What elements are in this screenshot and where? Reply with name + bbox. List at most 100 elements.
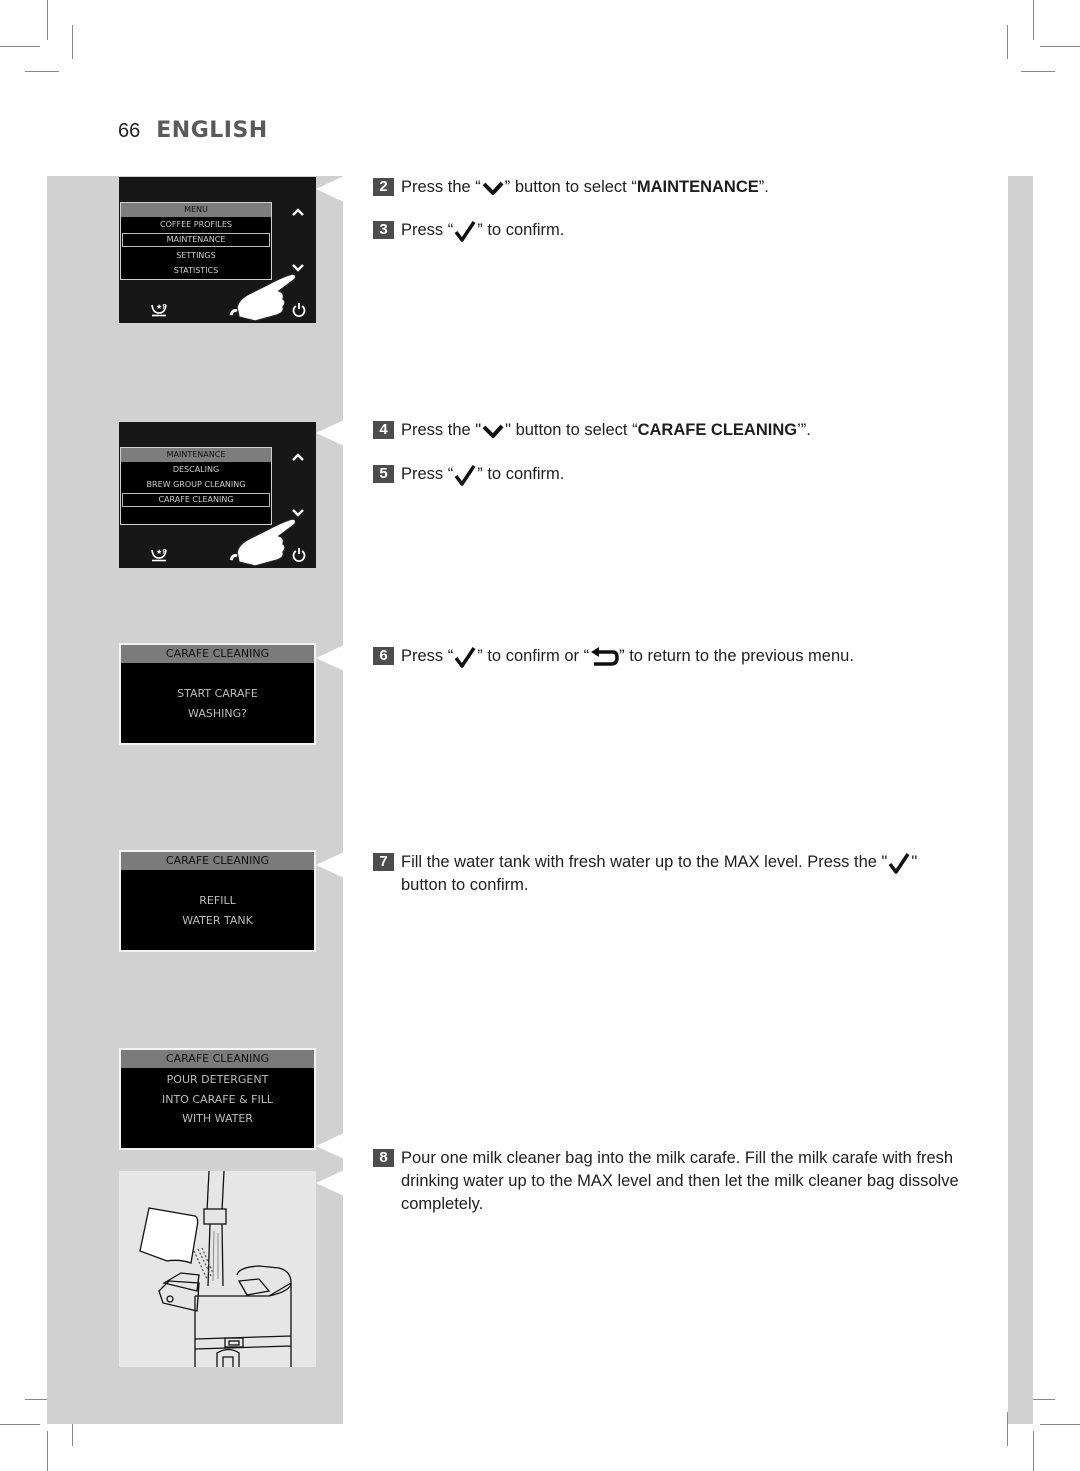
side-margin-bar	[1008, 176, 1033, 1424]
chevron-down-icon	[482, 424, 504, 438]
crop-mark	[0, 46, 40, 47]
step-text-part: ” to confirm.	[477, 465, 565, 483]
step-text-part: Press the "	[401, 421, 482, 439]
crop-mark	[1040, 1424, 1080, 1425]
step-text-part: " button to select “	[505, 421, 638, 439]
milk-cleaner-bag-poured-into-carafe-icon	[139, 1171, 292, 1367]
crop-mark	[1007, 25, 1008, 59]
menu-title: MAINTENANCE	[121, 448, 271, 462]
step-number: 3	[373, 221, 394, 239]
step-text: Fill the water tank with fresh water up …	[401, 851, 961, 897]
screen-line: INTO CARAFE & FILL	[162, 1092, 273, 1106]
step-number: 8	[373, 1149, 394, 1167]
screen-message: POUR DETERGENT INTO CARAFE & FILL WITH W…	[121, 1068, 314, 1129]
screen-title: CARAFE CLEANING	[121, 1050, 314, 1068]
screen-message: START CARAFE WASHING?	[121, 663, 314, 723]
back-arrow-icon	[591, 646, 619, 666]
crop-mark	[1033, 0, 1034, 40]
check-icon	[454, 646, 476, 668]
step-text: Press “ ” to confirm.	[401, 219, 564, 242]
menu-option-name: CARAFE CLEANING	[637, 421, 798, 439]
crop-mark	[1033, 1431, 1034, 1471]
screen-line: REFILL	[199, 894, 236, 907]
screen-line: START CARAFE	[177, 687, 258, 700]
screen-title: CARAFE CLEANING	[121, 852, 314, 870]
step-text-part: Fill the water tank with fresh water up …	[401, 853, 888, 871]
panel-pointer	[316, 176, 344, 202]
screen-line: WATER TANK	[182, 913, 253, 927]
display-screen-refill-tank: CARAFE CLEANING REFILL WATER TANK	[119, 850, 316, 952]
crop-mark	[0, 1424, 40, 1425]
step-7: 7 Fill the water tank with fresh water u…	[373, 851, 961, 897]
screen-line: POUR DETERGENT	[166, 1073, 269, 1086]
page-number: 66	[118, 120, 141, 142]
crop-mark	[47, 0, 48, 40]
step-5: 5 Press “ ” to confirm.	[373, 463, 564, 486]
step-2: 2 Press the “ ” button to select “MAINTEN…	[373, 176, 769, 199]
check-icon	[454, 220, 476, 242]
step-3: 3 Press “ ” to confirm.	[373, 219, 564, 242]
chevron-up-icon[interactable]	[291, 452, 305, 462]
step-text: Press the " " button to select “CARAFE CL…	[401, 419, 811, 442]
step-text-part: ” to return to the previous menu.	[619, 647, 854, 665]
step-6: 6 Press “ ” to confirm or “ ” to return to…	[373, 645, 854, 668]
step-text: Press the “ ” button to select “MAINTENAN…	[401, 176, 769, 199]
menu-option-name: MAINTENANCE	[636, 178, 759, 196]
step-text: Press “ ” to confirm.	[401, 463, 564, 486]
step-text: Pour one milk cleaner bag into the milk …	[401, 1149, 959, 1213]
crop-mark	[25, 71, 59, 72]
step-number: 7	[373, 853, 394, 871]
chevron-down-icon	[482, 181, 504, 195]
panel-pointer	[316, 1133, 344, 1159]
check-icon	[454, 464, 476, 486]
device-panel-menu: MENU COFFEE PROFILES MAINTENANCE SETTING…	[119, 177, 316, 323]
pointing-hand-icon	[229, 518, 297, 567]
menu-item[interactable]: SETTINGS	[121, 248, 271, 263]
step-number: 2	[373, 178, 394, 196]
step-text-part: Press the “	[401, 178, 481, 196]
page-header: 66 ENGLISH	[118, 118, 268, 146]
carafe-illustration	[119, 1171, 316, 1367]
step-text-part: Press “	[401, 465, 454, 483]
step-text: Press “ ” to confirm or “ ” to return to t…	[401, 645, 854, 668]
panel-pointer	[316, 1170, 344, 1196]
step-text-part: Press “	[401, 647, 454, 665]
step-text-part: ” to confirm.	[477, 221, 565, 239]
chevron-up-icon[interactable]	[291, 207, 305, 217]
crop-mark	[47, 1431, 48, 1471]
step-4: 4 Press the " " button to select “CARAFE …	[373, 419, 811, 442]
screen-line: WITH WATER	[182, 1112, 253, 1125]
panel-pointer	[316, 852, 344, 878]
panel-pointer	[316, 645, 344, 671]
pointing-hand-icon	[229, 273, 297, 322]
svg-text:★P: ★P	[156, 303, 167, 311]
menu-item-selected[interactable]: MAINTENANCE	[122, 233, 270, 247]
menu-item-selected[interactable]: CARAFE CLEANING	[122, 493, 270, 507]
step-number: 6	[373, 647, 394, 665]
step-text-part: ’”.	[797, 421, 811, 439]
language-heading: ENGLISH	[156, 118, 268, 143]
crop-mark	[72, 25, 73, 59]
screen-title: CARAFE CLEANING	[121, 645, 314, 663]
menu-item[interactable]: COFFEE PROFILES	[121, 217, 271, 232]
step-text-part: ” button to select “	[504, 178, 637, 196]
menu-item[interactable]: DESCALING	[121, 462, 271, 477]
crop-mark	[1040, 46, 1080, 47]
display-screen-start-washing: CARAFE CLEANING START CARAFE WASHING?	[119, 643, 316, 745]
svg-text:★P: ★P	[156, 548, 167, 556]
coffee-profile-icon[interactable]: ★P	[150, 301, 168, 317]
screen-line: WASHING?	[188, 706, 247, 720]
step-number: 5	[373, 465, 394, 483]
step-text-part: ” to confirm or “	[477, 647, 590, 665]
check-icon	[889, 852, 910, 874]
step-text-part: Press “	[401, 221, 454, 239]
coffee-profile-icon[interactable]: ★P	[150, 546, 168, 562]
step-text-part: ”.	[758, 178, 769, 196]
menu-item[interactable]: BREW GROUP CLEANING	[121, 477, 271, 492]
screen-message: REFILL WATER TANK	[121, 870, 314, 930]
step-number: 4	[373, 421, 394, 439]
menu-title: MENU	[121, 203, 271, 217]
crop-mark	[1021, 71, 1055, 72]
device-panel-maintenance: MAINTENANCE DESCALING BREW GROUP CLEANIN…	[119, 422, 316, 568]
display-screen-pour-detergent: CARAFE CLEANING POUR DETERGENT INTO CARA…	[119, 1048, 316, 1150]
